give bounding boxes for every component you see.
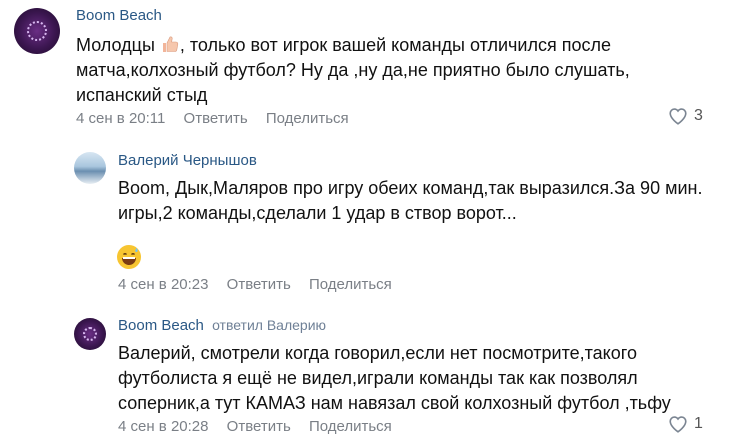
- comment-text: Валерий, смотрели когда говорил,если нет…: [118, 343, 671, 413]
- reply-to-label[interactable]: ответил Валерию: [212, 317, 326, 333]
- comment-text-part: Молодцы: [76, 35, 160, 55]
- comment-text: Молодцы , только вот игрок вашей команды…: [76, 33, 716, 108]
- comment-date[interactable]: 4 сен в 20:28: [118, 418, 208, 435]
- comment: Валерий Чернышов Boom, Дык,Маляров про и…: [0, 140, 730, 300]
- avatar[interactable]: [74, 318, 106, 350]
- like-button[interactable]: 1: [668, 415, 703, 433]
- like-count: 1: [694, 415, 703, 432]
- heart-icon: [669, 416, 687, 433]
- share-button[interactable]: Поделиться: [266, 110, 349, 127]
- like-count: 3: [694, 107, 703, 124]
- comment-date[interactable]: 4 сен в 20:11: [76, 110, 165, 127]
- grinning-sweat-face-icon: [117, 245, 141, 269]
- comment-text: Boom, Дык,Маляров про игру обеих команд,…: [118, 178, 703, 223]
- comment-author[interactable]: Boom Beach: [76, 7, 162, 24]
- comment-date[interactable]: 4 сен в 20:23: [118, 276, 208, 293]
- thumbs-up-icon: [162, 36, 179, 52]
- reply-button[interactable]: Ответить: [227, 418, 291, 435]
- comment-meta: 4 сен в 20:11 Ответить Поделиться: [76, 110, 363, 127]
- comment-author-name[interactable]: Boom Beach: [118, 317, 204, 334]
- comment: Boom Beach ответил Валерию Валерий, смот…: [0, 300, 730, 444]
- avatar[interactable]: [14, 8, 60, 54]
- share-button[interactable]: Поделиться: [309, 418, 392, 435]
- comment-meta: 4 сен в 20:23 Ответить Поделиться: [118, 276, 406, 293]
- avatar[interactable]: [74, 152, 106, 184]
- like-button[interactable]: 3: [668, 107, 703, 125]
- heart-icon: [669, 108, 687, 125]
- reply-button[interactable]: Ответить: [227, 276, 291, 293]
- share-button[interactable]: Поделиться: [309, 276, 392, 293]
- reply-button[interactable]: Ответить: [184, 110, 248, 127]
- comment-meta: 4 сен в 20:28 Ответить Поделиться: [118, 418, 406, 435]
- comment: Boom Beach Молодцы , только вот игрок ва…: [0, 0, 730, 140]
- comment-author[interactable]: Валерий Чернышов: [118, 152, 257, 169]
- comment-author: Boom Beach ответил Валерию: [118, 317, 326, 334]
